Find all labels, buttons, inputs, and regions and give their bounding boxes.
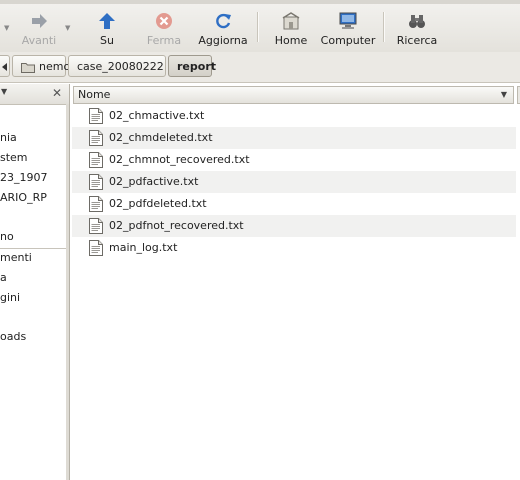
sidebar-item[interactable]: stem — [0, 150, 28, 166]
file-name: 02_chmdeleted.txt — [109, 131, 213, 144]
search-label: Ricerca — [396, 34, 438, 47]
file-row[interactable]: main_log.txt — [72, 237, 516, 259]
sidebar-separator — [0, 248, 66, 249]
stop-button[interactable]: Ferma — [144, 8, 184, 50]
sidebar-item[interactable]: gini — [0, 290, 20, 306]
crumb-nemo[interactable]: nemo — [12, 55, 70, 77]
window-top-strip — [0, 0, 520, 4]
reload-icon — [216, 13, 231, 29]
file-row[interactable]: 02_pdfnot_recovered.txt — [72, 215, 516, 237]
arrow-left-icon — [2, 63, 7, 71]
crumb-case[interactable]: case_20080222 — [68, 55, 166, 77]
text-file-icon — [89, 152, 103, 168]
file-name: 02_pdfnot_recovered.txt — [109, 219, 244, 232]
crumb-nemo-label: nemo — [39, 60, 71, 73]
binoculars-icon — [409, 15, 425, 28]
text-file-icon — [89, 130, 103, 146]
sidebar-item[interactable]: no — [0, 229, 14, 245]
stop-label: Ferma — [146, 34, 182, 47]
text-file-icon — [89, 196, 103, 212]
file-name: 02_chmnot_recovered.txt — [109, 153, 250, 166]
computer-label: Computer — [320, 34, 376, 47]
forward-dropdown-icon[interactable]: ▼ — [65, 24, 70, 32]
text-file-icon — [89, 218, 103, 234]
path-scroll-left-button[interactable] — [0, 55, 10, 77]
sidebar-item[interactable]: ARIO_RP — [0, 190, 47, 206]
file-row[interactable]: 02_pdfdeleted.txt — [72, 193, 516, 215]
back-dropdown-icon[interactable]: ▼ — [4, 24, 9, 32]
sort-arrow-icon: ▼ — [500, 90, 507, 99]
sidebar-scrollbar[interactable] — [66, 104, 69, 480]
crumb-report-label: report — [177, 60, 216, 73]
file-row[interactable]: 02_chmdeleted.txt — [72, 127, 516, 149]
computer-icon — [339, 12, 357, 29]
up-button[interactable]: Su — [92, 8, 122, 50]
stop-icon — [156, 13, 172, 29]
column-header-name[interactable]: Nome ▼ — [73, 86, 514, 104]
toolbar-separator — [257, 12, 259, 42]
file-list: Nome ▼ 02_chmactive.txt 02_chmdeleted.tx… — [72, 84, 520, 480]
toolbar-separator — [383, 12, 385, 42]
file-name: 02_pdfactive.txt — [109, 175, 199, 188]
reload-button[interactable]: Aggiorna — [196, 8, 250, 50]
home-icon — [282, 12, 300, 30]
sidebar-dropdown-icon[interactable]: ▼ — [1, 87, 7, 96]
text-file-icon — [89, 240, 103, 256]
forward-button[interactable]: Avanti — [18, 8, 60, 50]
up-label: Su — [100, 34, 114, 47]
file-name: main_log.txt — [109, 241, 178, 254]
file-name: 02_pdfdeleted.txt — [109, 197, 207, 210]
crumb-report[interactable]: report — [168, 55, 216, 77]
computer-button[interactable]: Computer — [320, 8, 376, 50]
sidebar-header: ▼ ✕ — [0, 84, 69, 105]
file-row[interactable]: 02_chmnot_recovered.txt — [72, 149, 516, 171]
reload-label: Aggiorna — [198, 34, 248, 47]
file-row[interactable]: 02_chmactive.txt — [72, 105, 516, 127]
sidebar: ▼ ✕ nia stem 23_1907 ARIO_RP no menti a … — [0, 84, 70, 480]
sidebar-item[interactable]: nia — [0, 130, 17, 146]
sidebar-item[interactable]: oads — [0, 329, 26, 345]
file-row[interactable]: 02_pdfactive.txt — [72, 171, 516, 193]
home-label: Home — [274, 34, 308, 47]
close-icon[interactable]: ✕ — [52, 86, 62, 100]
path-bar: nemo case_20080222 report — [0, 52, 520, 83]
file-name: 02_chmactive.txt — [109, 109, 205, 122]
text-file-icon — [89, 174, 103, 190]
sidebar-item[interactable]: menti — [0, 250, 32, 266]
home-button[interactable]: Home — [272, 8, 310, 50]
toolbar: ▼ Avanti ▼ Su Ferma Aggiorna Home Comput… — [0, 0, 520, 53]
text-file-icon — [89, 108, 103, 124]
column-name-label: Nome — [78, 88, 111, 101]
sidebar-item[interactable]: 23_1907 — [0, 170, 48, 186]
folder-icon — [21, 62, 35, 73]
crumb-case-label: case_20080222 — [77, 60, 164, 73]
forward-label: Avanti — [21, 34, 57, 47]
search-button[interactable]: Ricerca — [396, 8, 438, 50]
sidebar-item[interactable]: a — [0, 270, 7, 286]
forward-arrow-icon — [32, 14, 47, 28]
up-arrow-icon — [99, 13, 115, 29]
